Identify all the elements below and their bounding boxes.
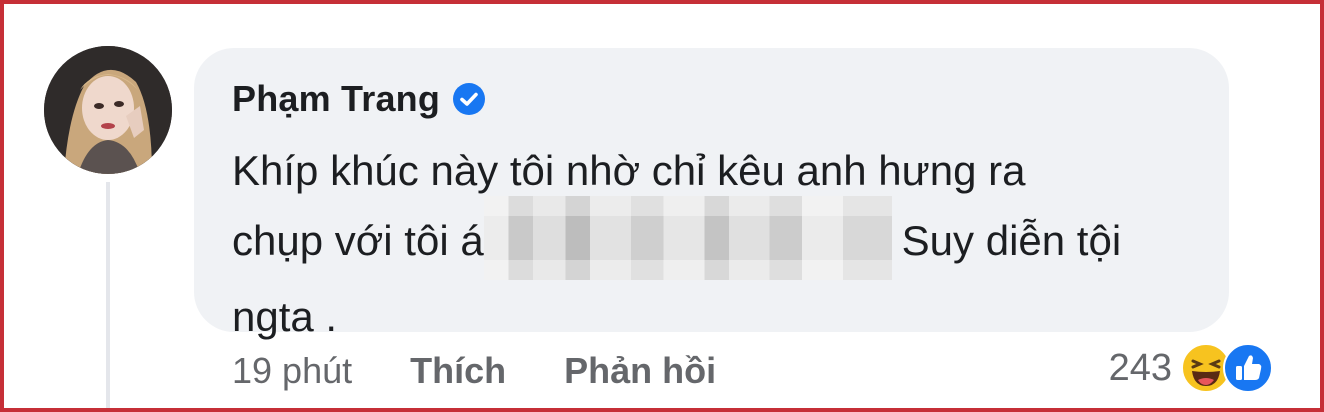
reactions-summary[interactable]: 243 xyxy=(1109,342,1274,394)
author-name[interactable]: Phạm Trang xyxy=(232,78,440,120)
comment-line: chụp với tôi á Suy diễn tội xyxy=(232,196,1202,286)
censored-text-blur xyxy=(483,196,892,280)
comment-line: ngta . xyxy=(232,293,338,340)
comment-line-part: chụp với tôi á xyxy=(232,217,484,265)
like-icon xyxy=(1222,342,1274,394)
avatar[interactable] xyxy=(44,46,172,174)
reaction-count: 243 xyxy=(1108,346,1172,389)
comment-timestamp[interactable]: 19 phút xyxy=(232,350,352,392)
comment-line: Khíp khúc này tôi nhờ chỉ kêu anh hưng r… xyxy=(232,147,1026,194)
verified-badge-icon xyxy=(452,82,486,116)
comment-actions: 19 phút Thích Phản hồi xyxy=(232,350,716,392)
comment-bubble: Phạm Trang Khíp khúc này tôi nhờ chỉ kêu… xyxy=(194,48,1229,340)
screenshot-frame: Phạm Trang Khíp khúc này tôi nhờ chỉ kêu… xyxy=(0,0,1324,412)
author-row: Phạm Trang xyxy=(232,78,486,120)
thread-line xyxy=(106,182,110,408)
like-button[interactable]: Thích xyxy=(410,350,506,392)
reply-button[interactable]: Phản hồi xyxy=(564,350,716,392)
comment-line-part: Suy diễn tội xyxy=(901,217,1122,265)
comment-text: Khíp khúc này tôi nhờ chỉ kêu anh hưng r… xyxy=(232,140,1202,348)
avatar-photo xyxy=(44,46,172,174)
